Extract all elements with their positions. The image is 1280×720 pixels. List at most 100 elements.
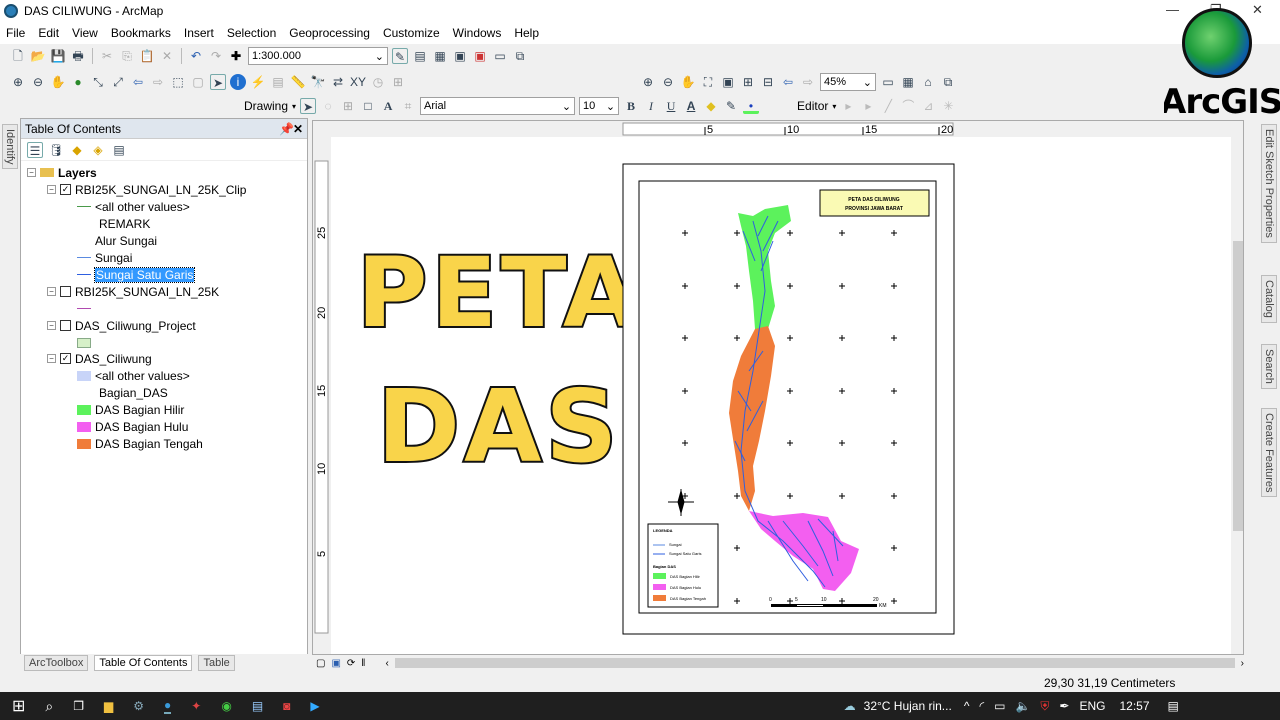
back-extent-icon[interactable]: ⇦ (780, 74, 796, 90)
language-indicator[interactable]: ENG (1079, 699, 1105, 713)
marker-color-icon[interactable]: • (743, 98, 760, 114)
drawing-menu[interactable]: Drawing (244, 99, 288, 113)
fixed-zoom-out-icon[interactable]: ⊟ (760, 74, 776, 90)
forward-icon[interactable]: ⇨ (150, 74, 166, 90)
create-viewer-icon[interactable]: ⊞ (390, 74, 406, 90)
layer-das-project[interactable]: − DAS_Ciliwung_Project (47, 317, 196, 334)
forward-extent-icon[interactable]: ⇨ (800, 74, 816, 90)
find-route-icon[interactable]: ⇄ (330, 74, 346, 90)
pen-icon[interactable]: ✒ (1059, 699, 1069, 713)
collapse-icon[interactable]: − (47, 185, 56, 194)
scale-select[interactable]: 1:300.000 ⌄ (248, 47, 388, 65)
list-by-drawing-order-icon[interactable]: ☰ (27, 141, 43, 158)
redo-icon[interactable]: ↷ (208, 48, 224, 64)
legend-item[interactable]: DAS Bagian Hulu (77, 418, 188, 435)
volume-icon[interactable]: 🔈 (1015, 699, 1030, 713)
zoom-percent-select[interactable]: 45% ⌄ (820, 73, 876, 91)
edit-tool-icon[interactable]: ▸ (840, 98, 856, 114)
font-color-button[interactable]: A (683, 98, 699, 114)
bold-button[interactable]: B (623, 98, 639, 114)
tab-table-of-contents[interactable]: Table Of Contents (94, 655, 193, 671)
layer-checkbox[interactable]: ✓ (60, 184, 71, 195)
list-by-source-icon[interactable]: 🛢 (48, 142, 64, 158)
find-icon[interactable]: 🔭 (310, 74, 326, 90)
layer-das-ciliwung[interactable]: − ✓ DAS_Ciliwung (47, 350, 152, 367)
select-elements-icon[interactable]: ➤ (300, 98, 317, 114)
rotate-icon[interactable]: ◌ (320, 98, 336, 114)
clock[interactable]: 12:57 (1120, 699, 1150, 713)
clear-selection-icon[interactable]: ▢ (190, 74, 206, 90)
italic-button[interactable]: I (643, 98, 659, 114)
battery-icon[interactable]: ▭ (994, 699, 1005, 713)
horizontal-scrollbar[interactable] (394, 658, 1235, 668)
list-by-visibility-icon[interactable]: ◆ (69, 142, 85, 158)
scroll-left-icon[interactable]: ‹ (385, 658, 388, 669)
menu-view[interactable]: View (72, 26, 98, 40)
security-icon[interactable]: ⛨ (1040, 699, 1049, 714)
layer-checkbox[interactable] (60, 286, 71, 297)
line-color-icon[interactable]: ✎ (723, 98, 739, 114)
layout-view-icon[interactable]: ▣ (331, 658, 340, 669)
close-icon[interactable]: ✕ (293, 122, 303, 136)
change-layout-icon[interactable]: ⌂ (920, 74, 936, 90)
tab-table[interactable]: Table (198, 655, 235, 671)
app-icon[interactable]: ✦ (191, 699, 201, 713)
undo-icon[interactable]: ↶ (188, 48, 204, 64)
trace-icon[interactable]: ⊿ (920, 98, 936, 114)
text-icon[interactable]: A (380, 98, 396, 114)
arctoolbox-icon[interactable]: ▣ (472, 48, 488, 64)
delete-icon[interactable]: ✕ (159, 48, 175, 64)
save-icon[interactable]: 💾 (50, 48, 66, 64)
menu-selection[interactable]: Selection (227, 26, 276, 40)
open-icon[interactable]: 📂 (30, 48, 46, 64)
toc-window-icon[interactable]: ▤ (412, 48, 428, 64)
menu-help[interactable]: Help (514, 26, 539, 40)
new-icon[interactable]: 🗋 (10, 48, 26, 64)
create-features-tab[interactable]: Create Features (1261, 408, 1277, 498)
paste-icon[interactable]: 📋 (139, 48, 155, 64)
collapse-icon[interactable]: − (47, 287, 56, 296)
menu-geoprocessing[interactable]: Geoprocessing (289, 26, 370, 40)
notepad-icon[interactable]: ▤ (252, 699, 263, 713)
zoom-to-selected-icon[interactable]: ⊞ (340, 98, 356, 114)
menu-bookmarks[interactable]: Bookmarks (111, 26, 171, 40)
file-explorer-icon[interactable]: ▆ (104, 699, 113, 713)
notifications-icon[interactable]: ▤ (1168, 699, 1179, 713)
legend-item-selected[interactable]: Sungai Satu Garis (77, 266, 196, 283)
pan-icon[interactable]: ✋ (50, 74, 66, 90)
pin-icon[interactable]: 📌 (279, 122, 294, 136)
collapse-icon[interactable]: − (27, 168, 36, 177)
html-popup-icon[interactable]: ▤ (270, 74, 286, 90)
legend-item[interactable]: DAS Bagian Hilir (77, 401, 184, 418)
layer-checkbox[interactable] (60, 320, 71, 331)
fixed-zoom-in-icon[interactable]: ⤡ (90, 74, 106, 90)
list-by-selection-icon[interactable]: ◈ (90, 142, 106, 158)
select-features-icon[interactable]: ⬚ (170, 74, 186, 90)
fixed-zoom-out-icon[interactable]: ⤢ (110, 74, 126, 90)
identify-tab[interactable]: Identify (2, 124, 18, 170)
fill-color-icon[interactable]: ◆ (703, 98, 719, 114)
point-icon[interactable]: ✳ (940, 98, 956, 114)
go-to-xy-icon[interactable]: XY (350, 74, 366, 90)
straight-segment-icon[interactable]: ╱ (880, 98, 896, 114)
menu-edit[interactable]: Edit (38, 26, 59, 40)
search-tab[interactable]: Search (1261, 344, 1277, 389)
full-extent-icon[interactable]: ● (70, 74, 86, 90)
zoom-in-icon[interactable]: ⊕ (10, 74, 26, 90)
menu-file[interactable]: File (6, 26, 25, 40)
menu-windows[interactable]: Windows (453, 26, 502, 40)
collapse-icon[interactable]: − (47, 321, 56, 330)
search-icon[interactable]: ⌕ (45, 698, 53, 715)
edit-sketch-properties-tab[interactable]: Edit Sketch Properties (1261, 124, 1277, 243)
data-view-icon[interactable]: ▢ (316, 658, 325, 669)
scrollbar-thumb[interactable] (1233, 241, 1243, 531)
refresh-icon[interactable]: ⟳ (347, 658, 355, 669)
legend-item[interactable]: DAS Bagian Tengah (77, 435, 203, 452)
layer-rbi-clip[interactable]: − ✓ RBI25K_SUNGAI_LN_25K_Clip (47, 181, 246, 198)
app-icon[interactable]: ⚙ (133, 699, 144, 713)
toggle-draft-icon[interactable]: ▭ (880, 74, 896, 90)
font-select[interactable]: Arial ⌄ (420, 97, 576, 115)
app-icon[interactable]: ▶ (310, 699, 319, 713)
zoom-out-icon[interactable]: ⊖ (30, 74, 46, 90)
layout-view[interactable]: 5 10 15 20 25 20 15 10 5 PETA DAS PETA D… (312, 120, 1244, 655)
